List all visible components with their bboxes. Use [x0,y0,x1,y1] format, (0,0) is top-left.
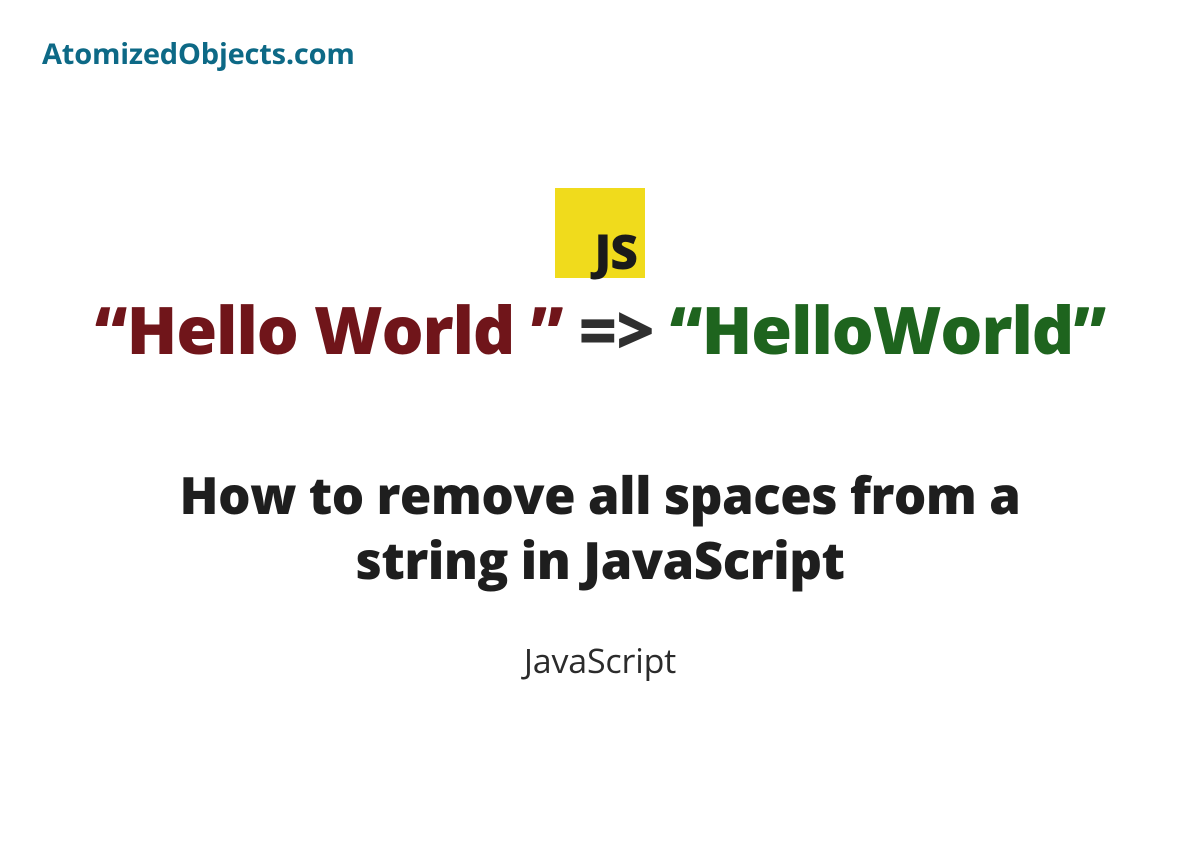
javascript-logo-icon: JS [555,188,645,278]
main-content: JS “Hello World ” => “HelloWorld” How to… [0,0,1200,845]
code-output-string: “HelloWorld” [670,284,1105,374]
article-category: JavaScript [524,637,676,683]
arrow-icon: => [578,284,653,374]
code-transformation-example: “Hello World ” => “HelloWorld” [95,284,1105,374]
javascript-logo-label: JS [594,228,637,276]
article-title: How to remove all spaces from a string i… [130,462,1070,593]
code-input-string: “Hello World ” [95,284,563,374]
